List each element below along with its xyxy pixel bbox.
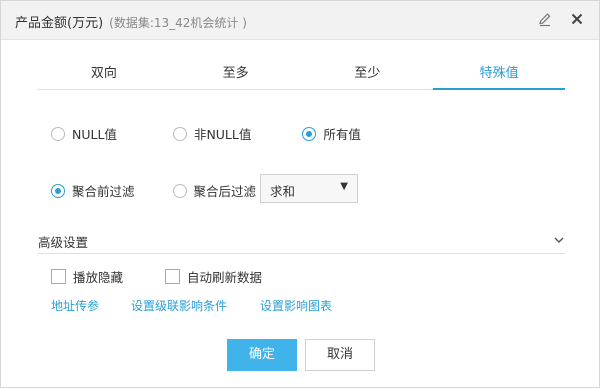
radio-all-values-label: 所有值 [323,127,361,142]
confirm-button[interactable]: 确定 [227,339,297,371]
radio-all-values[interactable]: 所有值 [302,124,361,143]
cancel-button[interactable]: 取消 [305,339,375,371]
null-filter-group: NULL值 非NULL值 所有值 [51,124,361,143]
checkbox-auto-refresh[interactable]: 自动刷新数据 [165,267,262,286]
radio-after-aggregation-label: 聚合后过滤 [193,184,257,199]
link-affected-charts[interactable]: 设置影响图表 [260,297,332,314]
radio-before-aggregation-label: 聚合前过滤 [72,184,135,199]
advanced-settings-toggle[interactable]: 高级设置 [38,229,565,254]
radio-not-null-label: 非NULL值 [193,127,252,142]
tab-at-least[interactable]: 至少 [302,63,434,89]
dialog-title-text: 产品金额(万元) [15,16,104,31]
filter-tabs: 双向 至多 至少 特殊值 [38,63,565,90]
advanced-settings-label: 高级设置 [38,235,89,250]
chevron-down-icon[interactable] [553,234,565,246]
title-bar: 产品金额(万元) (数据集:13_42机会统计 ) [1,1,599,40]
link-cascade-conditions[interactable]: 设置级联影响条件 [131,297,227,314]
filter-dialog: 产品金额(万元) (数据集:13_42机会统计 ) 双向 至多 至少 特殊值 NU… [0,0,600,388]
radio-null[interactable]: NULL值 [51,124,117,143]
radio-after-aggregation-indicator[interactable] [172,183,187,198]
close-icon[interactable] [569,11,585,27]
checkbox-auto-refresh-label: 自动刷新数据 [187,270,263,285]
link-url-params[interactable]: 地址传参 [51,297,99,314]
checkbox-play-hidden-box[interactable] [51,269,66,284]
tab-bidirectional[interactable]: 双向 [38,63,170,89]
radio-null-indicator[interactable] [51,126,65,141]
radio-before-aggregation-indicator[interactable] [51,183,65,198]
checkbox-auto-refresh-box[interactable] [165,269,181,284]
tab-special-value[interactable]: 特殊值 [433,63,565,90]
dialog-subtitle: (数据集:13_42机会统计 ) [109,16,247,30]
radio-not-null[interactable]: 非NULL值 [172,124,252,143]
dropdown-arrow-icon: ▼ [340,181,348,192]
aggregation-filter-group: 聚合前过滤 聚合后过滤 [51,181,256,200]
advanced-links: 地址传参 设置级联影响条件 设置影响图表 [51,297,332,314]
dialog-title: 产品金额(万元) (数据集:13_42机会统计 ) [15,12,247,31]
radio-not-null-indicator[interactable] [172,126,187,141]
checkbox-play-hidden[interactable]: 播放隐藏 [51,267,123,286]
checkbox-play-hidden-label: 播放隐藏 [73,270,124,285]
aggregation-select[interactable]: 求和 ▼ [260,174,358,203]
radio-null-label: NULL值 [72,127,117,142]
aggregation-select-value: 求和 [270,184,296,199]
radio-before-aggregation[interactable]: 聚合前过滤 [51,181,135,200]
advanced-checkboxes: 播放隐藏 自动刷新数据 [51,267,262,286]
tab-at-most[interactable]: 至多 [170,63,302,89]
radio-after-aggregation[interactable]: 聚合后过滤 [172,181,257,200]
radio-all-values-indicator[interactable] [302,126,317,141]
edit-icon[interactable] [537,11,553,27]
